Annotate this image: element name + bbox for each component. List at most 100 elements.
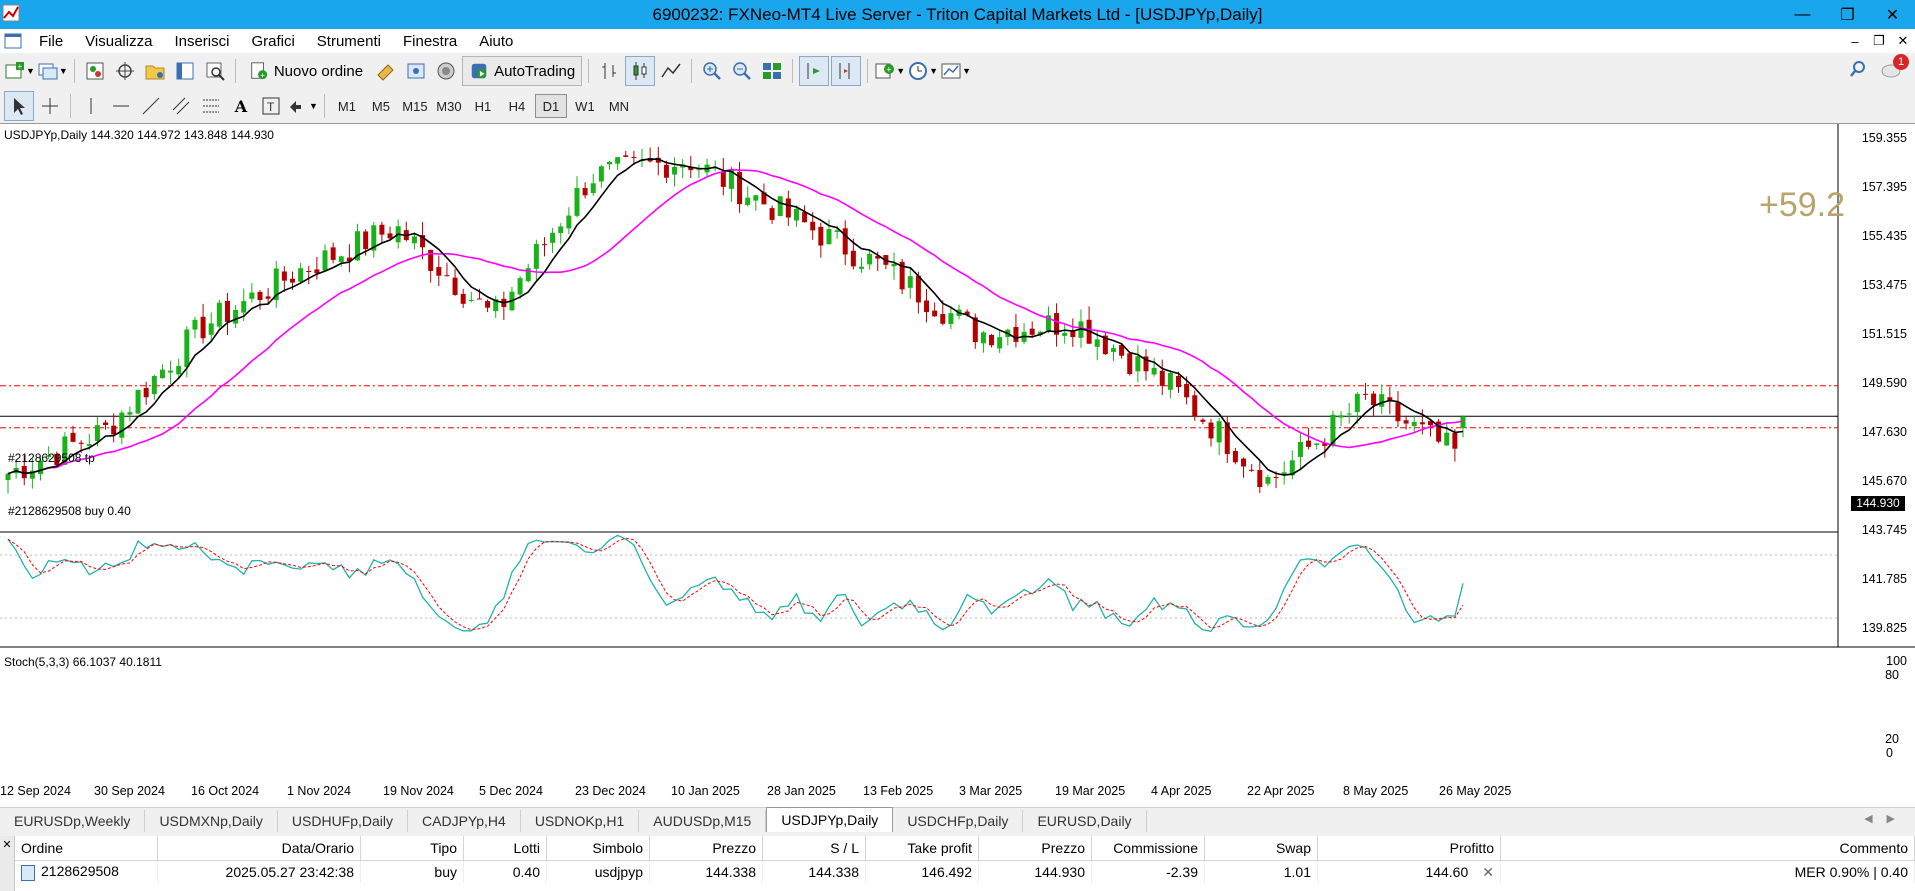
candle-body [533, 243, 539, 269]
strategy-tester-button[interactable] [201, 57, 229, 85]
candle-body [1371, 393, 1377, 406]
tab-eurusd-daily[interactable]: EURUSD,Daily [1023, 810, 1147, 832]
horizontal-line-button[interactable] [107, 92, 135, 120]
periods-button[interactable]: ▼ [907, 57, 938, 85]
tab-usdhufp-daily[interactable]: USDHUFp,Daily [278, 810, 409, 832]
close-order-icon[interactable]: ✕ [1482, 864, 1494, 880]
mdi-close-icon[interactable]: ✕ [1891, 29, 1915, 53]
tf-w1[interactable]: W1 [569, 94, 601, 118]
chart-shift-button[interactable] [831, 56, 862, 86]
col-prezzo-open[interactable]: Prezzo [649, 836, 763, 861]
profiles-icon [38, 63, 58, 80]
candle-body [257, 291, 263, 301]
profiles-button[interactable]: ▼ [37, 57, 68, 85]
candlestick-button[interactable] [625, 56, 656, 86]
templates-button[interactable]: ▼ [940, 57, 971, 85]
tab-usdmxnp-daily[interactable]: USDMXNp,Daily [145, 810, 278, 832]
candle-body [672, 166, 678, 175]
data-window-button[interactable] [111, 57, 139, 85]
col-commento[interactable]: Commento [1500, 836, 1915, 861]
col-profitto[interactable]: Profitto [1317, 836, 1501, 861]
fibonacci-icon [203, 99, 219, 113]
terminal-side-bar[interactable]: ✕ [0, 836, 15, 891]
fibonacci-button[interactable] [197, 92, 225, 120]
col-lotti[interactable]: Lotti [463, 836, 547, 861]
col-sl[interactable]: S / L [762, 836, 866, 861]
tab-audusdp-m15[interactable]: AUDUSDp,M15 [639, 810, 767, 832]
tab-scroll-arrows-icon[interactable]: ◀▶ [1864, 812, 1909, 825]
col-swap[interactable]: Swap [1204, 836, 1318, 861]
autotrading-button[interactable]: AutoTrading [462, 56, 583, 86]
col-prezzo-current[interactable]: Prezzo [978, 836, 1092, 861]
autoscroll-button[interactable] [799, 56, 830, 86]
order-profit: 144.60 [1425, 863, 1469, 880]
col-commissione[interactable]: Commissione [1091, 836, 1205, 861]
menu-inserisci[interactable]: Inserisci [163, 33, 240, 50]
x-tick: 13 Feb 2025 [863, 784, 934, 798]
new-chart-button[interactable]: + ▼ [4, 57, 35, 85]
col-take-profit[interactable]: Take profit [865, 836, 979, 861]
col-ordine[interactable]: Ordine [15, 836, 158, 861]
tile-windows-button[interactable] [758, 57, 786, 85]
menu-strumenti[interactable]: Strumenti [306, 33, 392, 50]
market-button[interactable] [432, 57, 460, 85]
indicators-button[interactable]: + ▼ [874, 57, 905, 85]
tf-d1[interactable]: D1 [534, 94, 567, 118]
tf-m15[interactable]: M15 [399, 94, 431, 118]
vertical-line-button[interactable] [77, 92, 105, 120]
tab-eurusdp-weekly[interactable]: EURUSDp,Weekly [0, 810, 146, 832]
tf-m5[interactable]: M5 [365, 94, 397, 118]
tf-m30[interactable]: M30 [433, 94, 465, 118]
mdi-restore-icon[interactable]: ❐ [1867, 29, 1891, 53]
new-order-button[interactable]: + Nuovo ordine [242, 56, 370, 86]
autotrading-icon [471, 63, 487, 79]
navigator-button[interactable] [141, 57, 169, 85]
line-chart-button[interactable] [657, 57, 685, 85]
tf-m1[interactable]: M1 [331, 94, 363, 118]
search-icon[interactable] [1849, 60, 1867, 78]
chart-window[interactable]: USDJPYp,Daily 144.320 144.972 143.848 14… [0, 123, 1915, 808]
candle-body [1151, 367, 1157, 375]
zoom-out-button[interactable] [728, 57, 756, 85]
menu-visualizza[interactable]: Visualizza [74, 33, 163, 50]
col-data-orario[interactable]: Data/Orario [157, 836, 361, 861]
stoch-main-line [7, 534, 1464, 633]
menu-aiuto[interactable]: Aiuto [468, 33, 524, 50]
order-tp: 146.492 [865, 860, 979, 883]
trendline-button[interactable] [137, 92, 165, 120]
bar-chart-button[interactable] [595, 57, 623, 85]
order-row[interactable]: 2128629508 2025.05.27 23:42:38 buy 0.40 … [15, 860, 1915, 883]
menu-grafici[interactable]: Grafici [240, 33, 305, 50]
menu-finestra[interactable]: Finestra [392, 33, 468, 50]
terminal-button[interactable] [171, 57, 199, 85]
equidistant-channel-button[interactable] [167, 92, 195, 120]
restore-icon[interactable]: ❐ [1825, 0, 1870, 29]
price-chart[interactable] [0, 124, 1915, 808]
tab-usdjpyp-daily[interactable]: USDJPYp,Daily [766, 807, 894, 832]
text-button[interactable]: A [227, 92, 255, 120]
candle-body [924, 300, 930, 313]
order-sl: 144.338 [762, 860, 866, 883]
col-simbolo[interactable]: Simbolo [546, 836, 650, 861]
signals-button[interactable] [402, 57, 430, 85]
tab-usdnokp-h1[interactable]: USDNOKp,H1 [521, 810, 640, 832]
mdi-minimize-icon[interactable]: – [1843, 29, 1867, 53]
close-icon[interactable]: ✕ [1870, 0, 1915, 29]
minimize-icon[interactable]: — [1780, 0, 1825, 29]
tf-h4[interactable]: H4 [501, 94, 533, 118]
crosshair-button[interactable] [36, 92, 64, 120]
notifications-button[interactable]: 1 [1881, 54, 1909, 80]
cursor-button[interactable] [4, 91, 34, 121]
tf-mn[interactable]: MN [603, 94, 635, 118]
tab-usdchfp-daily[interactable]: USDCHFp,Daily [893, 810, 1024, 832]
x-tick: 12 Sep 2024 [0, 784, 71, 798]
col-tipo[interactable]: Tipo [360, 836, 464, 861]
metaeditor-button[interactable] [372, 57, 400, 85]
tab-cadjpyp-h4[interactable]: CADJPYp,H4 [408, 810, 521, 832]
tf-h1[interactable]: H1 [467, 94, 499, 118]
market-watch-button[interactable] [81, 57, 109, 85]
arrows-button[interactable]: ▼ [287, 92, 318, 120]
menu-file[interactable]: File [28, 33, 74, 50]
text-label-button[interactable]: T [257, 92, 285, 120]
zoom-in-button[interactable] [698, 57, 726, 85]
